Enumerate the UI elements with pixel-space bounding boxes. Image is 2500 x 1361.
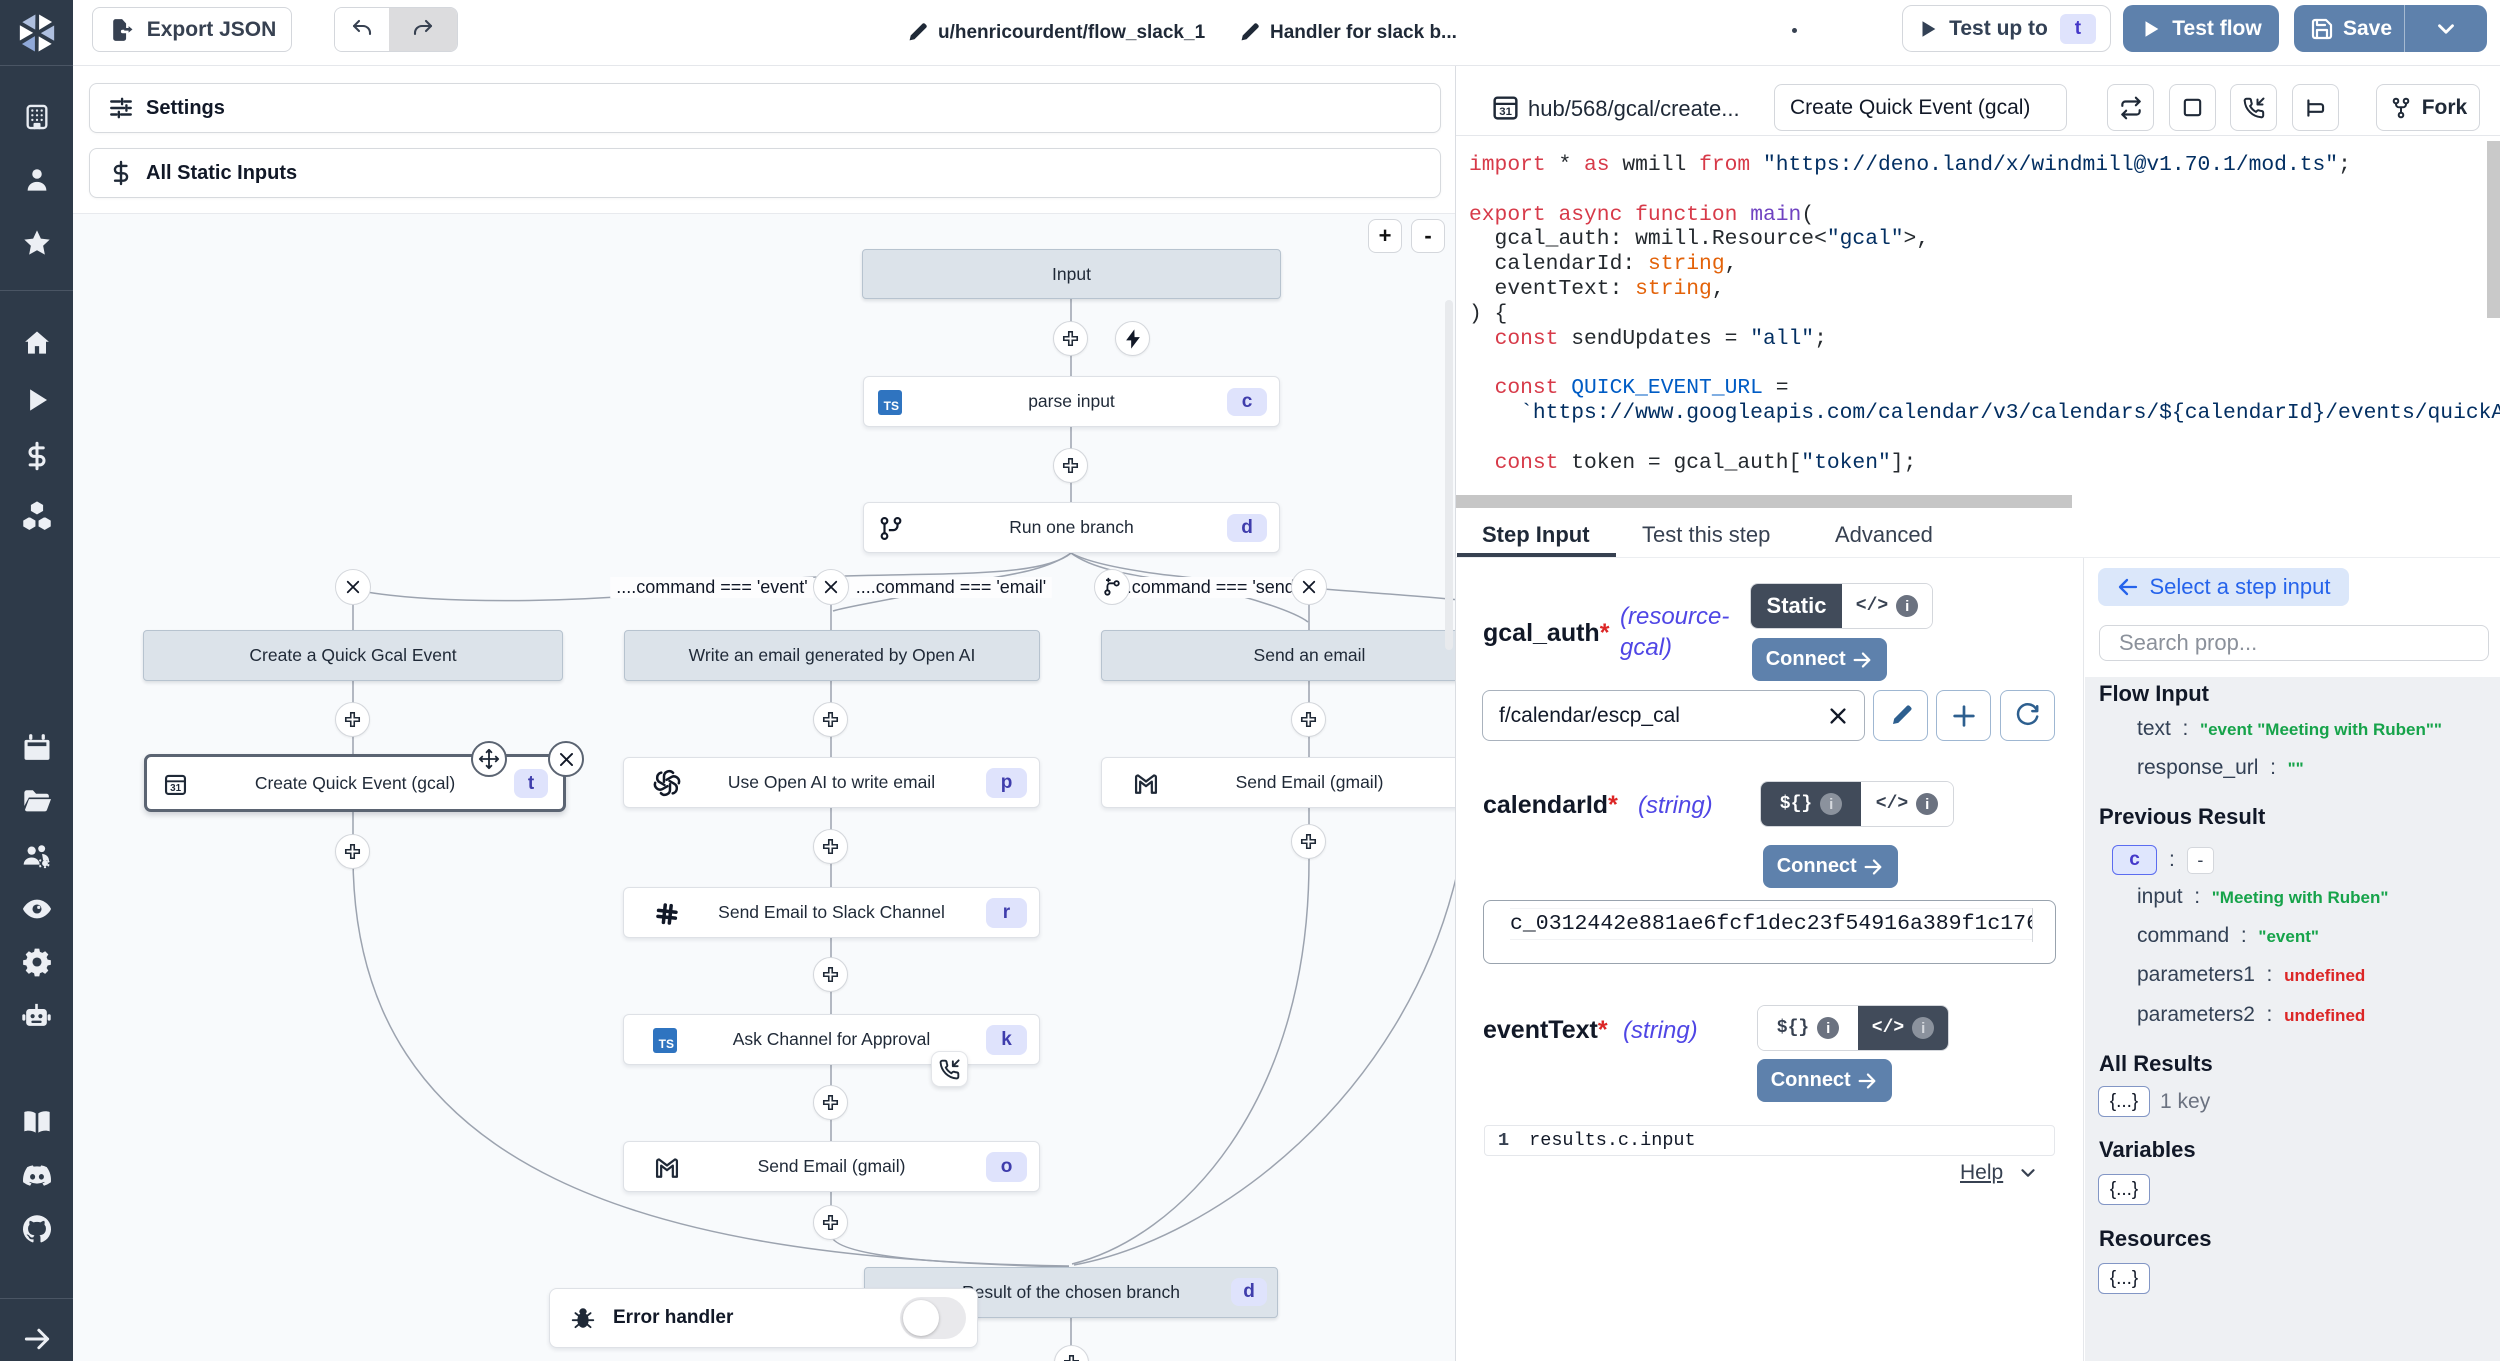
svg-text:31: 31 — [170, 783, 182, 794]
svg-text:31: 31 — [1499, 106, 1512, 118]
